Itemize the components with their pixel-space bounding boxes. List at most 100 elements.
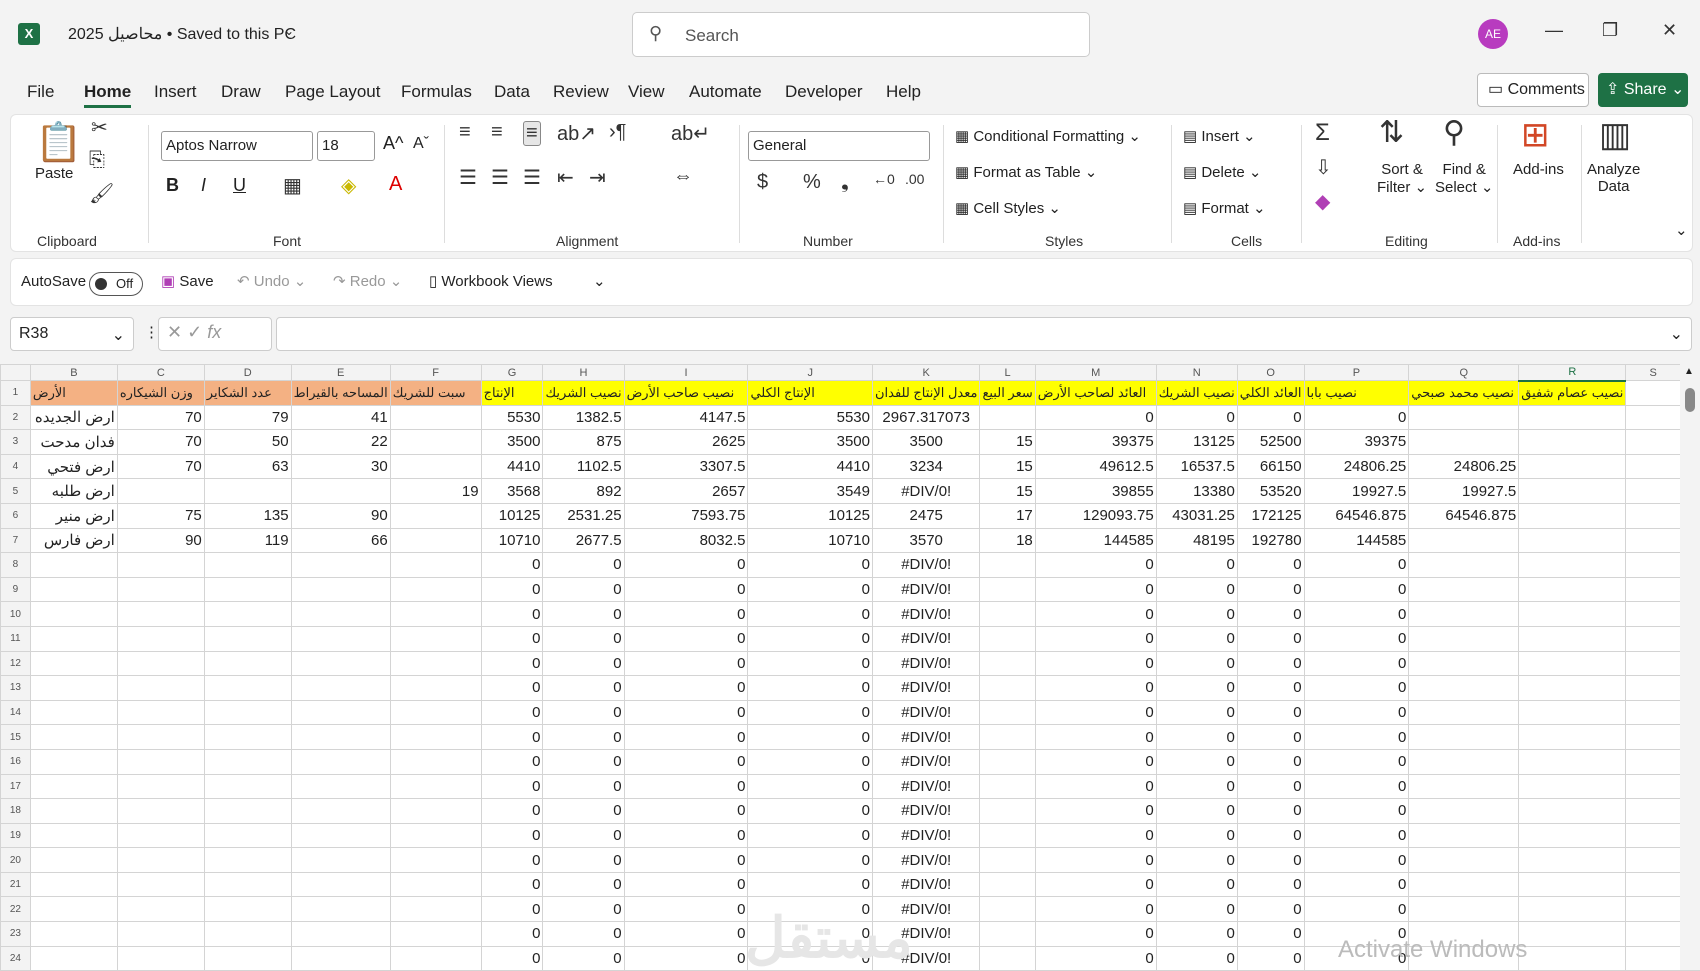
column-header-N[interactable]: N: [1155, 364, 1238, 381]
cell[interactable]: 0: [480, 896, 544, 923]
cell[interactable]: 15: [979, 478, 1036, 504]
cell[interactable]: 2475: [871, 502, 981, 529]
row-header[interactable]: 1: [0, 380, 31, 406]
row-header[interactable]: 4: [0, 453, 31, 480]
cell[interactable]: [389, 576, 482, 603]
cell[interactable]: [29, 625, 118, 652]
cell[interactable]: [1408, 724, 1520, 750]
cell[interactable]: 2967.317073: [871, 404, 981, 431]
cell[interactable]: [290, 921, 391, 947]
cell[interactable]: 0: [542, 896, 625, 923]
cell[interactable]: [203, 625, 292, 652]
cell[interactable]: [203, 871, 292, 898]
cell[interactable]: [389, 921, 482, 947]
cell[interactable]: [1518, 847, 1627, 873]
select-all-corner[interactable]: [0, 364, 31, 381]
search-box[interactable]: ⚲ Search: [632, 12, 1090, 57]
cell[interactable]: 0: [542, 625, 625, 652]
cell[interactable]: [389, 675, 482, 701]
cell[interactable]: [1625, 429, 1681, 455]
cell[interactable]: 3570: [871, 527, 981, 554]
tab-review[interactable]: Review: [553, 82, 609, 102]
cell[interactable]: [979, 921, 1036, 947]
cell[interactable]: 0: [1155, 847, 1238, 873]
cell[interactable]: [979, 748, 1036, 775]
cell[interactable]: [29, 724, 118, 750]
cell[interactable]: [203, 675, 292, 701]
row-header[interactable]: 8: [0, 552, 31, 578]
cell[interactable]: 0: [747, 601, 873, 627]
chevron-down-icon[interactable]: ⌄: [112, 325, 125, 345]
cell[interactable]: [1518, 822, 1627, 849]
cell[interactable]: 52500: [1236, 429, 1305, 455]
insert-cells-button[interactable]: ▤ Insert ⌄: [1183, 127, 1256, 145]
cell[interactable]: [290, 650, 391, 677]
tab-help[interactable]: Help: [886, 82, 921, 102]
cell[interactable]: 0: [542, 724, 625, 750]
cell[interactable]: 0: [1303, 404, 1410, 431]
cell[interactable]: 0: [1236, 552, 1305, 578]
cell[interactable]: 3307.5: [623, 453, 749, 480]
cell[interactable]: 0: [480, 748, 544, 775]
restore-button[interactable]: ❐: [1602, 20, 1618, 41]
cell[interactable]: 3234: [871, 453, 981, 480]
cell[interactable]: العائد الكلي: [1236, 380, 1305, 406]
addins-button[interactable]: Add-ins: [1513, 161, 1564, 178]
column-header-O[interactable]: O: [1236, 364, 1305, 381]
cell[interactable]: 7593.75: [623, 502, 749, 529]
cell[interactable]: [290, 699, 391, 726]
cell[interactable]: #DIV/0!: [871, 748, 981, 775]
cell[interactable]: [290, 478, 391, 504]
cell[interactable]: 17: [979, 502, 1036, 529]
cell[interactable]: 48195: [1155, 527, 1238, 554]
row-header[interactable]: 23: [0, 921, 31, 947]
cell[interactable]: ارض الجديده: [29, 404, 118, 431]
cell[interactable]: 0: [1236, 576, 1305, 603]
cell[interactable]: [1518, 650, 1627, 677]
cell[interactable]: 0: [542, 576, 625, 603]
cell[interactable]: 70: [116, 429, 205, 455]
cell[interactable]: [1625, 822, 1681, 849]
cell[interactable]: 24806.25: [1408, 453, 1520, 480]
cell[interactable]: 144585: [1034, 527, 1157, 554]
comma-style-icon[interactable]: ❟: [841, 171, 849, 194]
cell[interactable]: [389, 429, 482, 455]
cell[interactable]: 0: [1034, 552, 1157, 578]
cell[interactable]: #DIV/0!: [871, 625, 981, 652]
cell[interactable]: 10125: [747, 502, 873, 529]
cell[interactable]: 0: [542, 773, 625, 800]
cell[interactable]: 15: [979, 453, 1036, 480]
cell[interactable]: 0: [1303, 896, 1410, 923]
cell[interactable]: 0: [1155, 650, 1238, 677]
align-middle-icon[interactable]: ≡: [491, 121, 503, 144]
cell[interactable]: 0: [480, 724, 544, 750]
cell[interactable]: [1408, 404, 1520, 431]
cell[interactable]: [1625, 404, 1681, 431]
cell[interactable]: [1408, 896, 1520, 923]
cell[interactable]: 129093.75: [1034, 502, 1157, 529]
find-select-button[interactable]: Find & Select ⌄: [1435, 161, 1493, 196]
cell[interactable]: [116, 699, 205, 726]
cell[interactable]: [389, 822, 482, 849]
cell[interactable]: 0: [1034, 650, 1157, 677]
cell[interactable]: [203, 896, 292, 923]
format-cells-button[interactable]: ▤ Format ⌄: [1183, 199, 1266, 217]
cell[interactable]: [29, 601, 118, 627]
cell[interactable]: 0: [1236, 724, 1305, 750]
cell[interactable]: نصيب عصام شفيق: [1518, 380, 1627, 406]
cell[interactable]: 0: [1034, 576, 1157, 603]
cell[interactable]: 90: [290, 502, 391, 529]
cell[interactable]: 70: [116, 453, 205, 480]
cell[interactable]: 0: [747, 699, 873, 726]
cell[interactable]: [290, 871, 391, 898]
cell[interactable]: 0: [1236, 847, 1305, 873]
cell[interactable]: [203, 552, 292, 578]
cell[interactable]: 0: [747, 724, 873, 750]
column-header-S[interactable]: S: [1625, 364, 1681, 381]
cell-table[interactable]: BCDEFGHIJKLMNOPQRST 1الأرضوزن الشيكارهعد…: [0, 364, 1700, 971]
cell[interactable]: [29, 699, 118, 726]
currency-icon[interactable]: $: [757, 171, 768, 194]
cell[interactable]: [116, 847, 205, 873]
cell[interactable]: #DIV/0!: [871, 650, 981, 677]
cell[interactable]: [1625, 798, 1681, 824]
